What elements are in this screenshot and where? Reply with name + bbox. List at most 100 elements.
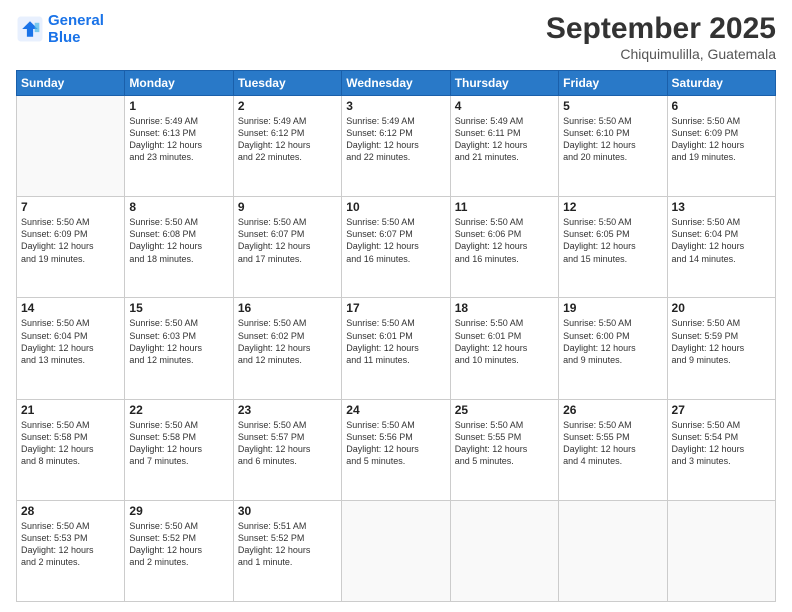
cell-info: Sunrise: 5:49 AM Sunset: 6:11 PM Dayligh… (455, 115, 554, 164)
calendar-week-row: 14 Sunrise: 5:50 AM Sunset: 6:04 PM Dayli… (17, 298, 776, 399)
calendar-cell (342, 500, 450, 601)
calendar-cell: 9 Sunrise: 5:50 AM Sunset: 6:07 PM Daylig… (233, 197, 341, 298)
calendar-week-row: 21 Sunrise: 5:50 AM Sunset: 5:58 PM Dayli… (17, 399, 776, 500)
logo-icon (16, 15, 44, 43)
calendar-cell: 22Sunrise: 5:50 AM Sunset: 5:58 PM Dayli… (125, 399, 233, 500)
calendar-cell: 28Sunrise: 5:50 AM Sunset: 5:53 PM Dayli… (17, 500, 125, 601)
col-header-saturday: Saturday (667, 71, 775, 96)
cell-info: Sunrise: 5:50 AM Sunset: 5:59 PM Dayligh… (672, 317, 771, 366)
calendar-cell: 15Sunrise: 5:50 AM Sunset: 6:03 PM Dayli… (125, 298, 233, 399)
day-number: 12 (563, 200, 662, 214)
cell-info: Sunrise: 5:50 AM Sunset: 5:58 PM Dayligh… (21, 419, 120, 468)
cell-info: Sunrise: 5:49 AM Sunset: 6:12 PM Dayligh… (238, 115, 337, 164)
calendar-header-row: SundayMondayTuesdayWednesdayThursdayFrid… (17, 71, 776, 96)
cell-info: Sunrise: 5:50 AM Sunset: 6:03 PM Dayligh… (129, 317, 228, 366)
cell-info: Sunrise: 5:50 AM Sunset: 6:08 PM Dayligh… (129, 216, 228, 265)
day-number: 2 (238, 99, 337, 113)
day-number: 16 (238, 301, 337, 315)
logo-text: General Blue (48, 12, 104, 47)
day-number: 21 (21, 403, 120, 417)
calendar-cell: 30 Sunrise: 5:51 AM Sunset: 5:52 PM Dayli… (233, 500, 341, 601)
calendar-cell: 1 Sunrise: 5:49 AM Sunset: 6:13 PM Daylig… (125, 96, 233, 197)
day-number: 20 (672, 301, 771, 315)
cell-info: Sunrise: 5:50 AM Sunset: 5:55 PM Dayligh… (455, 419, 554, 468)
col-header-friday: Friday (559, 71, 667, 96)
day-number: 9 (238, 200, 337, 214)
day-number: 25 (455, 403, 554, 417)
col-header-sunday: Sunday (17, 71, 125, 96)
cell-info: Sunrise: 5:50 AM Sunset: 5:57 PM Dayligh… (238, 419, 337, 468)
day-number: 6 (672, 99, 771, 113)
calendar-cell: 8 Sunrise: 5:50 AM Sunset: 6:08 PM Daylig… (125, 197, 233, 298)
calendar-cell: 5 Sunrise: 5:50 AM Sunset: 6:10 PM Daylig… (559, 96, 667, 197)
day-number: 8 (129, 200, 228, 214)
calendar-cell: 6 Sunrise: 5:50 AM Sunset: 6:09 PM Daylig… (667, 96, 775, 197)
calendar-cell: 25 Sunrise: 5:50 AM Sunset: 5:55 PM Dayli… (450, 399, 558, 500)
cell-info: Sunrise: 5:50 AM Sunset: 6:00 PM Dayligh… (563, 317, 662, 366)
calendar-cell (559, 500, 667, 601)
day-number: 30 (238, 504, 337, 518)
day-number: 19 (563, 301, 662, 315)
calendar-cell: 10 Sunrise: 5:50 AM Sunset: 6:07 PM Dayli… (342, 197, 450, 298)
cell-info: Sunrise: 5:50 AM Sunset: 6:02 PM Dayligh… (238, 317, 337, 366)
calendar-cell (450, 500, 558, 601)
calendar-week-row: 28Sunrise: 5:50 AM Sunset: 5:53 PM Dayli… (17, 500, 776, 601)
calendar-cell: 13Sunrise: 5:50 AM Sunset: 6:04 PM Dayli… (667, 197, 775, 298)
cell-info: Sunrise: 5:50 AM Sunset: 6:06 PM Dayligh… (455, 216, 554, 265)
day-number: 7 (21, 200, 120, 214)
cell-info: Sunrise: 5:51 AM Sunset: 5:52 PM Dayligh… (238, 520, 337, 569)
header: General Blue September 2025 Chiquimulill… (16, 12, 776, 62)
calendar-week-row: 1 Sunrise: 5:49 AM Sunset: 6:13 PM Daylig… (17, 96, 776, 197)
cell-info: Sunrise: 5:50 AM Sunset: 6:09 PM Dayligh… (672, 115, 771, 164)
calendar-cell: 11 Sunrise: 5:50 AM Sunset: 6:06 PM Dayli… (450, 197, 558, 298)
cell-info: Sunrise: 5:50 AM Sunset: 6:01 PM Dayligh… (455, 317, 554, 366)
calendar-cell: 29 Sunrise: 5:50 AM Sunset: 5:52 PM Dayli… (125, 500, 233, 601)
cell-info: Sunrise: 5:50 AM Sunset: 5:55 PM Dayligh… (563, 419, 662, 468)
cell-info: Sunrise: 5:50 AM Sunset: 5:58 PM Dayligh… (129, 419, 228, 468)
page: General Blue September 2025 Chiquimulill… (0, 0, 792, 612)
cell-info: Sunrise: 5:50 AM Sunset: 6:01 PM Dayligh… (346, 317, 445, 366)
calendar-cell: 2 Sunrise: 5:49 AM Sunset: 6:12 PM Daylig… (233, 96, 341, 197)
calendar-cell: 16 Sunrise: 5:50 AM Sunset: 6:02 PM Dayli… (233, 298, 341, 399)
day-number: 17 (346, 301, 445, 315)
calendar-cell: 26 Sunrise: 5:50 AM Sunset: 5:55 PM Dayli… (559, 399, 667, 500)
cell-info: Sunrise: 5:50 AM Sunset: 6:04 PM Dayligh… (21, 317, 120, 366)
cell-info: Sunrise: 5:49 AM Sunset: 6:13 PM Dayligh… (129, 115, 228, 164)
cell-info: Sunrise: 5:50 AM Sunset: 6:07 PM Dayligh… (346, 216, 445, 265)
title-block: September 2025 Chiquimulilla, Guatemala (546, 12, 776, 62)
calendar-table: SundayMondayTuesdayWednesdayThursdayFrid… (16, 70, 776, 602)
calendar-cell: 24 Sunrise: 5:50 AM Sunset: 5:56 PM Dayli… (342, 399, 450, 500)
col-header-monday: Monday (125, 71, 233, 96)
day-number: 18 (455, 301, 554, 315)
col-header-tuesday: Tuesday (233, 71, 341, 96)
cell-info: Sunrise: 5:50 AM Sunset: 6:10 PM Dayligh… (563, 115, 662, 164)
col-header-thursday: Thursday (450, 71, 558, 96)
calendar-cell: 4 Sunrise: 5:49 AM Sunset: 6:11 PM Daylig… (450, 96, 558, 197)
day-number: 1 (129, 99, 228, 113)
calendar-cell: 27 Sunrise: 5:50 AM Sunset: 5:54 PM Dayli… (667, 399, 775, 500)
cell-info: Sunrise: 5:50 AM Sunset: 5:53 PM Dayligh… (21, 520, 120, 569)
calendar-cell: 12Sunrise: 5:50 AM Sunset: 6:05 PM Dayli… (559, 197, 667, 298)
day-number: 27 (672, 403, 771, 417)
day-number: 10 (346, 200, 445, 214)
cell-info: Sunrise: 5:50 AM Sunset: 6:04 PM Dayligh… (672, 216, 771, 265)
cell-info: Sunrise: 5:50 AM Sunset: 6:07 PM Dayligh… (238, 216, 337, 265)
calendar-cell: 18 Sunrise: 5:50 AM Sunset: 6:01 PM Dayli… (450, 298, 558, 399)
day-number: 24 (346, 403, 445, 417)
day-number: 5 (563, 99, 662, 113)
day-number: 26 (563, 403, 662, 417)
cell-info: Sunrise: 5:50 AM Sunset: 5:52 PM Dayligh… (129, 520, 228, 569)
cell-info: Sunrise: 5:50 AM Sunset: 5:54 PM Dayligh… (672, 419, 771, 468)
day-number: 4 (455, 99, 554, 113)
calendar-cell: 23Sunrise: 5:50 AM Sunset: 5:57 PM Dayli… (233, 399, 341, 500)
day-number: 14 (21, 301, 120, 315)
calendar-cell: 20 Sunrise: 5:50 AM Sunset: 5:59 PM Dayli… (667, 298, 775, 399)
location-subtitle: Chiquimulilla, Guatemala (546, 46, 776, 62)
cell-info: Sunrise: 5:49 AM Sunset: 6:12 PM Dayligh… (346, 115, 445, 164)
day-number: 3 (346, 99, 445, 113)
day-number: 11 (455, 200, 554, 214)
cell-info: Sunrise: 5:50 AM Sunset: 5:56 PM Dayligh… (346, 419, 445, 468)
calendar-week-row: 7Sunrise: 5:50 AM Sunset: 6:09 PM Daylig… (17, 197, 776, 298)
day-number: 29 (129, 504, 228, 518)
calendar-cell: 3 Sunrise: 5:49 AM Sunset: 6:12 PM Daylig… (342, 96, 450, 197)
